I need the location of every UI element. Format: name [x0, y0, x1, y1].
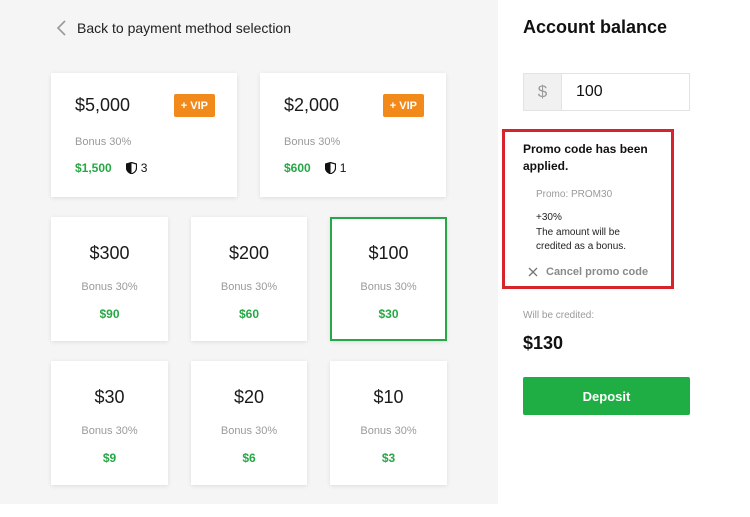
card-credit: $60 — [238, 307, 260, 321]
card-amount: $30 — [94, 387, 125, 407]
card-bonus: Bonus 30% — [81, 425, 138, 437]
card-bonus: Bonus 30% — [360, 281, 417, 293]
promo-title: Promo code has been applied. — [523, 142, 648, 173]
card-amount: $200 — [228, 243, 270, 263]
vip-badge: + VIP — [173, 94, 215, 117]
card-credit: $3 — [381, 451, 396, 465]
card-amount: $300 — [89, 243, 130, 263]
card-bonus: Bonus 30% — [360, 425, 417, 437]
card-credit: $90 — [99, 307, 120, 321]
promo-description: The amount will be credited as a bonus. — [536, 227, 627, 252]
card-credit: $30 — [378, 307, 399, 321]
card-amount: $20 — [233, 387, 265, 407]
card-credit: $1,500 — [75, 161, 112, 175]
promo-code-label: Promo: PROM30 — [536, 189, 613, 200]
promo-percent: +30% — [536, 212, 562, 223]
amount-field: $ — [523, 73, 690, 111]
card-credit-row: $1,500 3 — [75, 161, 147, 175]
card-credit-row: $600 1 — [284, 161, 346, 175]
promo-applied-box: Promo code has been applied. Promo: PROM… — [502, 129, 674, 289]
card-amount: $5,000 — [75, 95, 131, 115]
amount-card[interactable]: $20 Bonus 30% $6 — [191, 361, 307, 485]
cancel-promo-button[interactable]: Cancel promo code — [528, 266, 648, 278]
back-link-label: Back to payment method selection — [77, 20, 292, 36]
amount-card-selected[interactable]: $100 Bonus 30% $30 — [330, 217, 447, 341]
card-bonus: Bonus 30% — [220, 281, 278, 293]
card-bonus: Bonus 30% — [75, 136, 132, 148]
currency-symbol: $ — [524, 74, 562, 110]
credited-label: Will be credited: — [523, 310, 595, 321]
card-credit: $600 — [284, 161, 311, 175]
close-icon — [528, 267, 538, 277]
card-bonus: Bonus 30% — [81, 281, 138, 293]
card-credit: $6 — [242, 451, 256, 465]
shield-count: 1 — [339, 161, 347, 175]
amount-card[interactable]: $300 Bonus 30% $90 — [51, 217, 168, 341]
amount-card-vip[interactable]: $2,000 + VIP Bonus 30% $600 1 — [260, 73, 446, 197]
back-link[interactable]: Back to payment method selection — [55, 16, 291, 40]
amount-card[interactable]: $10 Bonus 30% $3 — [330, 361, 447, 485]
amount-card-vip[interactable]: $5,000 + VIP Bonus 30% $1,500 3 — [51, 73, 237, 197]
shield-icon — [324, 162, 336, 174]
card-amount: $100 — [368, 243, 409, 263]
card-credit: $9 — [102, 451, 117, 465]
card-bonus: Bonus 30% — [220, 425, 278, 437]
shield-count: 3 — [140, 161, 148, 175]
account-balance-title: Account balance — [523, 17, 668, 37]
card-shield: 3 — [125, 161, 148, 175]
card-amount: $10 — [373, 387, 404, 407]
credited-value: $130 — [523, 333, 564, 353]
card-amount: $2,000 — [284, 95, 340, 115]
vip-badge: + VIP — [382, 94, 424, 117]
amount-card[interactable]: $30 Bonus 30% $9 — [51, 361, 168, 485]
card-shield: 1 — [324, 161, 347, 175]
amount-selection-panel: Back to payment method selection $5,000 … — [0, 0, 498, 504]
amount-input[interactable] — [562, 74, 689, 110]
deposit-button[interactable]: Deposit — [523, 377, 690, 415]
cancel-promo-label: Cancel promo code — [546, 266, 649, 278]
chevron-left-icon — [56, 20, 66, 36]
amount-card[interactable]: $200 Bonus 30% $60 — [191, 217, 307, 341]
shield-icon — [125, 162, 137, 174]
card-bonus: Bonus 30% — [284, 136, 341, 148]
